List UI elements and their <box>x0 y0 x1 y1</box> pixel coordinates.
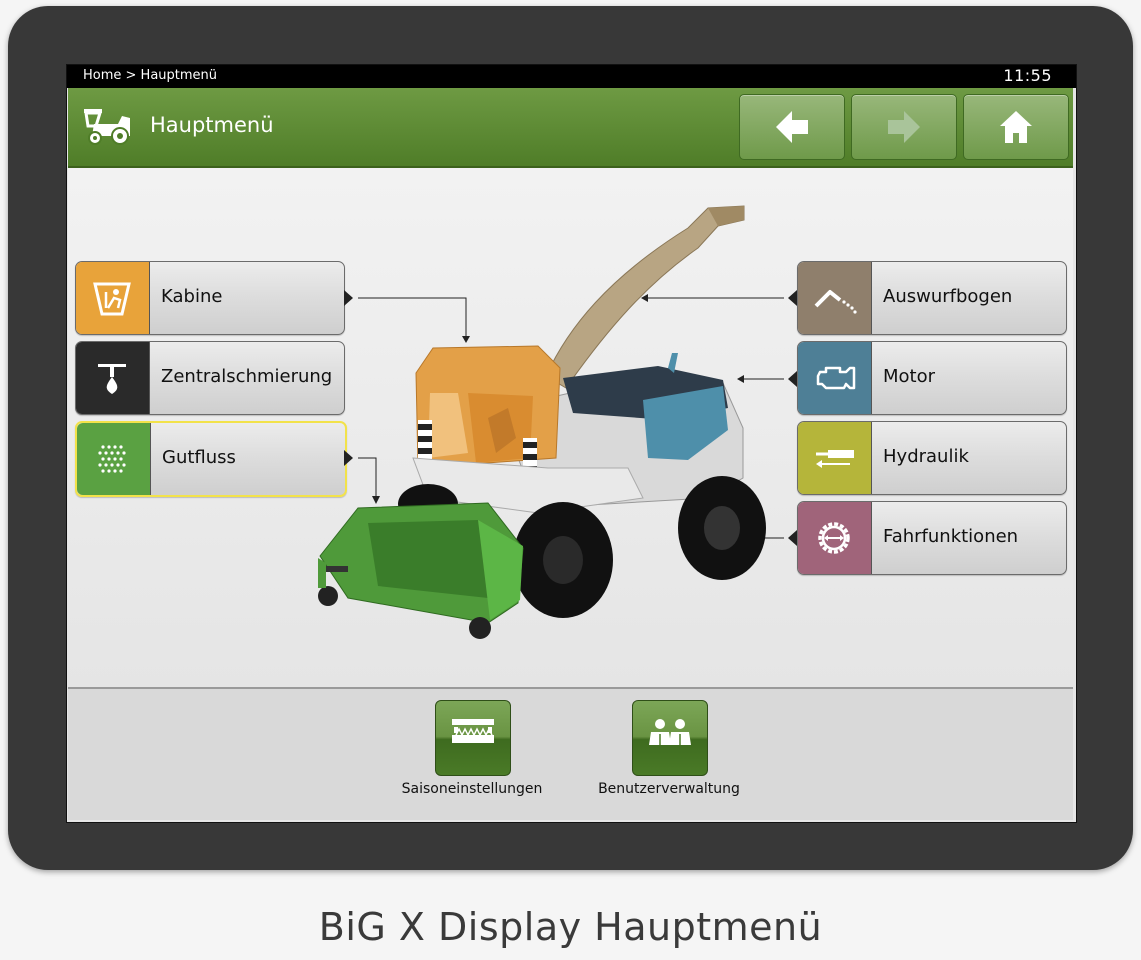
gutfluss-pointer <box>344 450 353 466</box>
bottom-bar: Saisoneinstellungen Benutzerverwaltung <box>68 687 1073 820</box>
season-settings-icon <box>452 719 494 743</box>
saisoneinstellungen-button[interactable] <box>435 700 511 776</box>
forward-button[interactable] <box>851 94 957 160</box>
status-bar: Home > Hauptmenü 11:55 <box>67 65 1076 88</box>
crop-flow-icon <box>77 423 151 495</box>
kabine-label: Kabine <box>161 286 223 307</box>
lubrication-drop-icon <box>76 342 150 414</box>
gutfluss-label: Gutfluss <box>162 447 236 468</box>
page-title: Hauptmenü <box>150 113 274 137</box>
auswurfbogen-label: Auswurfbogen <box>883 286 1013 307</box>
clock: 11:55 <box>1003 66 1052 85</box>
cab-seat-icon <box>76 262 150 334</box>
saisoneinstellungen-label: Saisoneinstellungen <box>401 781 543 797</box>
drive-gear-icon <box>798 502 872 574</box>
benutzerverwaltung-button[interactable] <box>632 700 708 776</box>
forage-harvester-icon <box>82 108 132 150</box>
gutfluss-button[interactable]: Gutfluss <box>75 421 347 497</box>
motor-pointer <box>788 371 797 387</box>
header-bar: Hauptmenü <box>68 88 1073 168</box>
display-screen: Home > Hauptmenü 11:55 Hauptmenü Kabine … <box>66 64 1077 823</box>
auswurfbogen-button[interactable]: Auswurfbogen <box>797 261 1067 335</box>
arrow-right-icon <box>888 111 920 143</box>
breadcrumb[interactable]: Home > Hauptmenü <box>83 68 217 83</box>
users-icon <box>649 719 691 745</box>
hydraulic-cylinder-icon <box>798 422 872 494</box>
motor-label: Motor <box>883 366 936 387</box>
motor-button[interactable]: Motor <box>797 341 1067 415</box>
hydraulik-label: Hydraulik <box>883 446 969 467</box>
benutzerverwaltung-label: Benutzerverwaltung <box>598 781 740 797</box>
zentralschmierung-label: Zentralschmierung <box>161 366 333 387</box>
main-area: Kabine Zentralschmierung Gutfluss Auswur… <box>68 168 1073 687</box>
hydraulik-button[interactable]: Hydraulik <box>797 421 1067 495</box>
back-button[interactable] <box>739 94 845 160</box>
zentralschmierung-button[interactable]: Zentralschmierung <box>75 341 345 415</box>
home-icon <box>1000 111 1032 143</box>
caption: BiG X Display Hauptmenü <box>318 905 823 949</box>
fahrfunktionen-button[interactable]: Fahrfunktionen <box>797 501 1067 575</box>
spout-icon <box>798 262 872 334</box>
kabine-button[interactable]: Kabine <box>75 261 345 335</box>
arrow-left-icon <box>776 111 808 143</box>
engine-icon <box>798 342 872 414</box>
fahrfunktionen-label: Fahrfunktionen <box>883 526 1019 547</box>
home-button[interactable] <box>963 94 1069 160</box>
fahrfunktionen-pointer <box>788 530 797 546</box>
kabine-pointer <box>344 290 353 306</box>
auswurfbogen-pointer <box>788 290 797 306</box>
